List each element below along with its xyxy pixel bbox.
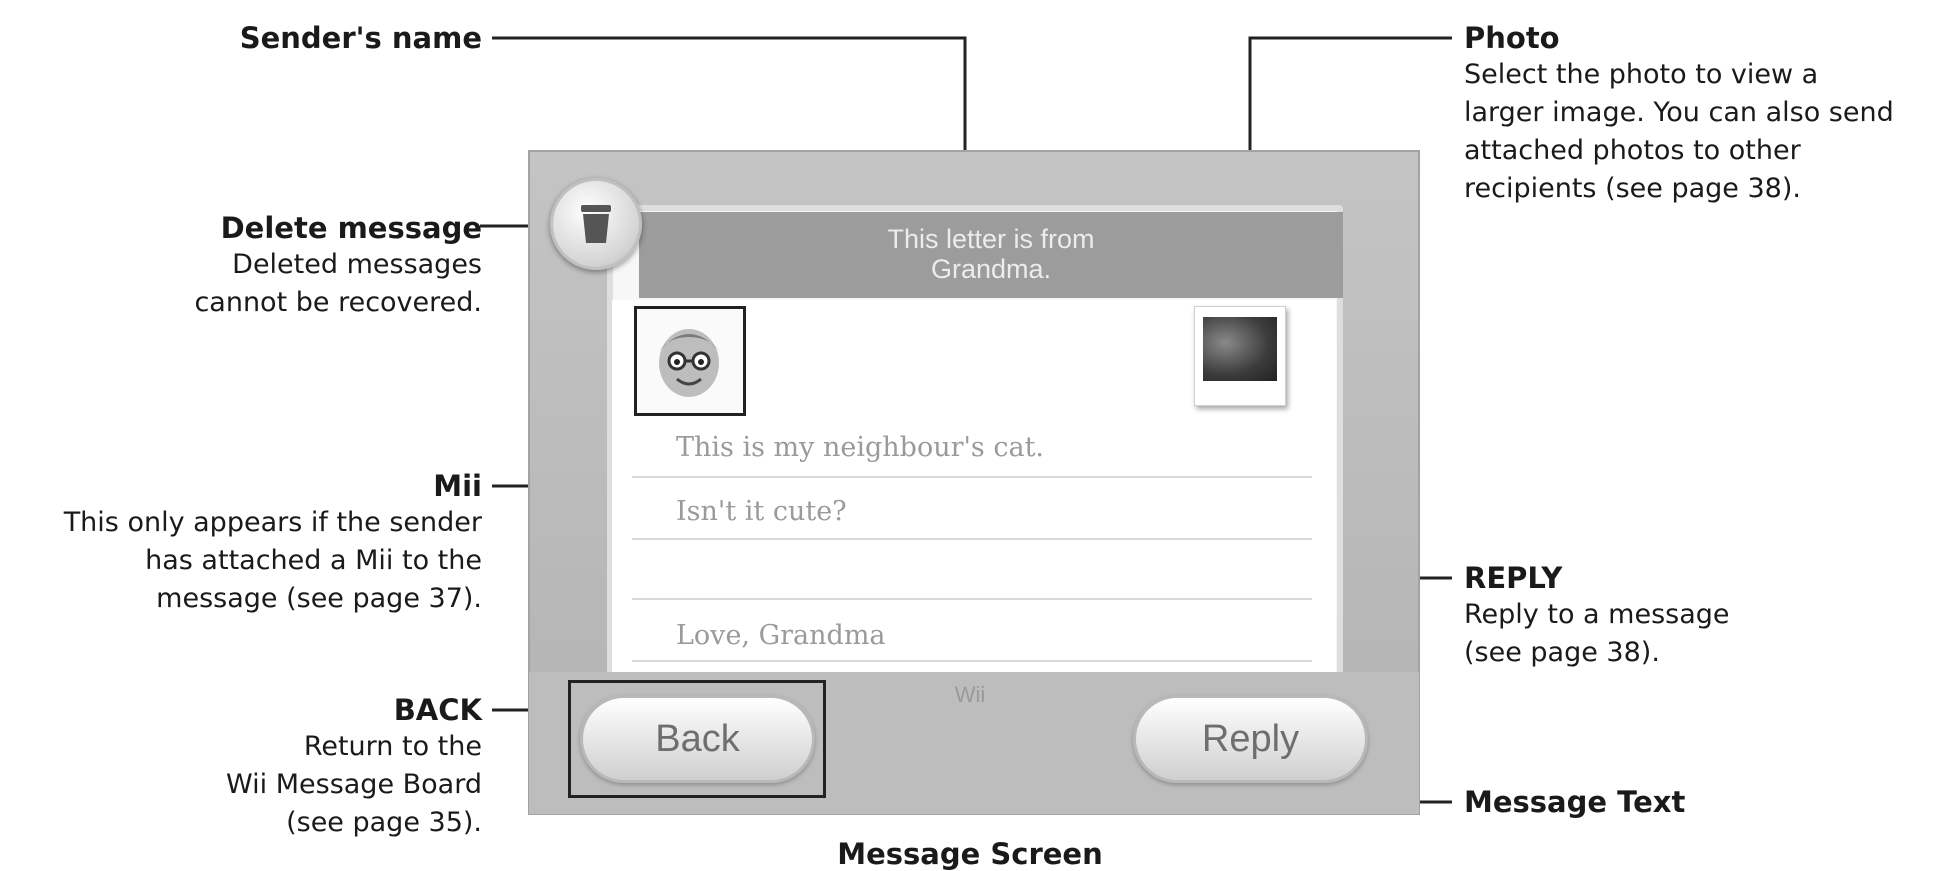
back-desc-2: Wii Message Board [226,769,482,800]
reply-desc-2: (see page 38). [1464,637,1660,668]
reply-desc-1: Reply to a message [1464,599,1730,630]
photo-title: Photo [1464,21,1560,55]
photo-desc-1: Select the photo to view a [1464,59,1819,90]
wii-label: Wii [954,682,986,707]
sender-header-line-1: This letter is from [887,224,1095,254]
back-title: BACK [393,693,482,727]
mii-title: Mii [433,469,482,503]
sender-name-title: Sender's name [239,21,482,55]
delete-message-callout: Delete message Deleted messages cannot b… [140,210,482,322]
photo-thumbnail [1203,317,1277,381]
figure-caption: Message Screen [837,837,1103,871]
photo-callout: Photo Select the photo to view a larger … [1464,20,1934,208]
back-highlight-box [568,680,826,798]
mii-desc-3: message (see page 37). [156,583,482,614]
mii-face-icon [659,329,719,397]
message-text-callout: Message Text [1464,784,1884,820]
mii-desc-2: has attached a Mii to the [145,545,482,576]
message-line-4: Love, Grandma [676,620,886,651]
message-text-title: Message Text [1464,785,1686,819]
sender-header: This letter is from Grandma. [639,212,1343,298]
reply-callout: REPLY Reply to a message (see page 38). [1464,560,1884,672]
message-rule-3 [632,598,1312,600]
back-callout: BACK Return to the Wii Message Board (se… [150,692,482,842]
message-rule-1 [632,476,1312,478]
message-line-1: This is my neighbour's cat. [676,432,1045,463]
mii-desc-1: This only appears if the sender [63,507,482,538]
mii-callout: Mii This only appears if the sender has … [10,468,482,618]
delete-message-title: Delete message [220,211,482,245]
trash-icon [581,205,611,243]
photo-attachment[interactable] [1194,306,1286,406]
delete-message-desc-2: cannot be recovered. [194,287,482,318]
reply-title: REPLY [1464,561,1563,595]
mii-frame [634,306,746,416]
delete-message-desc-1: Deleted messages [232,249,482,280]
photo-desc-4: recipients (see page 38). [1464,173,1801,204]
sender-name-callout: Sender's name [180,20,482,56]
back-desc-1: Return to the [303,731,482,762]
back-desc-3: (see page 35). [286,807,482,838]
reply-button[interactable]: Reply [1133,695,1368,783]
photo-desc-3: attached photos to other [1464,135,1801,166]
delete-button[interactable] [550,178,642,270]
photo-desc-2: larger image. You can also send [1464,97,1894,128]
message-rule-4 [632,660,1312,662]
message-rule-2 [632,538,1312,540]
sender-header-line-2: Grandma. [930,254,1052,284]
message-line-2: Isn't it cute? [676,496,847,527]
